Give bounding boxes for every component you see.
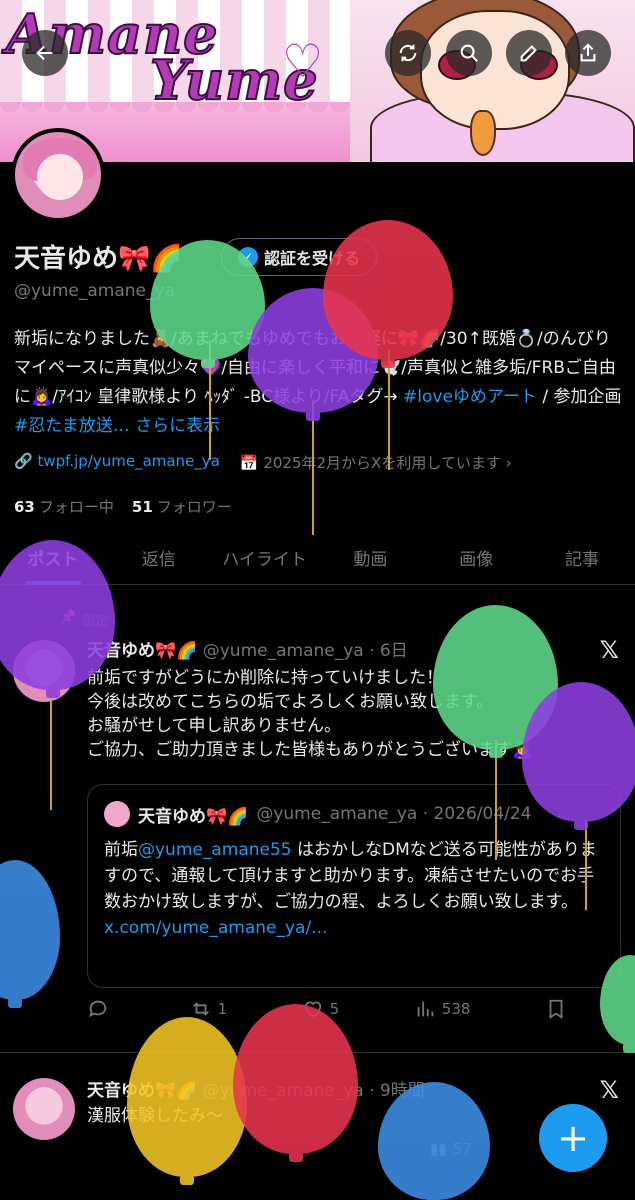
- balloon-string: [585, 820, 587, 910]
- pencil-icon: [520, 45, 537, 62]
- link-icon: 🔗: [14, 452, 33, 470]
- quoted-post-text: 前垢@yume_amane55 はおかしなDMなど送る可能性がありますので、通報…: [104, 837, 609, 941]
- repost-button[interactable]: 1: [190, 998, 228, 1020]
- post-handle-time: @yume_amane_ya · 6日: [202, 641, 408, 661]
- post-avatar[interactable]: [13, 1078, 75, 1140]
- quoted-handle-time: @yume_amane_ya · 2026/04/24: [256, 804, 532, 824]
- quoted-post[interactable]: 天音ゆめ🎀🌈 @yume_amane_ya · 2026/04/24 前垢@yu…: [87, 784, 621, 988]
- like-count: 5: [329, 1000, 340, 1018]
- quoted-url-link[interactable]: x.com/yume_amane_ya/...: [104, 918, 327, 938]
- search-button[interactable]: [446, 30, 492, 76]
- followers-stat[interactable]: 51 フォロワー: [132, 496, 232, 517]
- tab-videos[interactable]: 動画: [317, 537, 423, 584]
- tab-articles[interactable]: 記事: [529, 537, 635, 584]
- balloon-blue: [0, 860, 60, 1000]
- bio-text-mid: / 参加企画: [542, 387, 622, 407]
- followers-count: 51: [131, 498, 153, 516]
- chevron-right-icon: ›: [505, 454, 512, 472]
- balloon-blue: [378, 1082, 490, 1200]
- tab-media[interactable]: 画像: [423, 537, 529, 584]
- tab-highlights[interactable]: ハイライト: [212, 537, 318, 584]
- repost-count: 1: [217, 1000, 228, 1018]
- follow-stats: 63 フォロー中 51 フォロワー: [14, 496, 232, 517]
- refresh-icon: [399, 44, 417, 62]
- profile-name: 天音ゆめ🎀🌈: [14, 244, 183, 274]
- bookmark-button[interactable]: [545, 998, 567, 1020]
- mention-link[interactable]: @yume_amane55: [138, 840, 292, 860]
- arrow-left-icon: [36, 45, 53, 61]
- quoted-text-pre: 前垢: [104, 840, 138, 860]
- joined-date: 2025年2月からXを利用しています: [263, 454, 501, 472]
- following-count: 63: [14, 498, 35, 516]
- quoted-avatar: [104, 801, 130, 827]
- views-icon: [417, 1001, 434, 1017]
- quoted-author-name: 天音ゆめ🎀🌈: [138, 806, 249, 827]
- share-button[interactable]: [565, 30, 611, 76]
- banner-character-art: [350, 0, 635, 162]
- balloon-purple: [522, 682, 635, 822]
- balloon-green: [150, 240, 265, 360]
- balloon-string: [50, 690, 52, 810]
- profile-link[interactable]: twpf.jp/yume_amane_ya: [37, 452, 219, 470]
- bio-hashtag-loveyume[interactable]: #loveゆめアート: [403, 387, 537, 407]
- post-header: 天音ゆめ🎀🌈 @yume_amane_ya · 6日: [87, 636, 408, 661]
- show-more-link[interactable]: さらに表示: [135, 416, 220, 436]
- edit-button[interactable]: [506, 30, 552, 76]
- following-stat[interactable]: 63 フォロー中: [14, 496, 114, 517]
- bio-hashtag-nintama[interactable]: #忍たま放送…: [14, 416, 130, 436]
- profile-link-group[interactable]: 🔗 twpf.jp/yume_amane_ya: [14, 452, 220, 473]
- x-logo-icon: 𝕏: [599, 636, 619, 664]
- views-count: 538: [441, 1000, 471, 1018]
- search-icon: [460, 44, 478, 62]
- share-icon: [580, 43, 596, 62]
- compose-post-button[interactable]: +: [539, 1104, 607, 1172]
- banner-heart-icon: ♡: [282, 34, 324, 88]
- following-label: フォロー中: [38, 498, 114, 516]
- back-button[interactable]: [22, 30, 68, 76]
- x-logo-icon: 𝕏: [599, 1076, 619, 1104]
- bookmark-icon: [549, 999, 563, 1019]
- balloon-string: [495, 740, 497, 860]
- balloon-yellow: [127, 1017, 247, 1177]
- followers-label: フォロワー: [156, 498, 232, 516]
- plus-icon: +: [557, 1116, 589, 1160]
- joined-date-group[interactable]: 📅 2025年2月からXを利用しています ›: [240, 452, 512, 473]
- tab-replies[interactable]: 返信: [106, 537, 212, 584]
- profile-avatar[interactable]: [11, 128, 105, 222]
- views-button[interactable]: 538: [414, 998, 471, 1020]
- reply-icon: [89, 1000, 107, 1018]
- reply-button[interactable]: [87, 998, 115, 1020]
- refresh-button[interactable]: [385, 30, 431, 76]
- profile-meta: 🔗 twpf.jp/yume_amane_ya 📅 2025年2月からXを利用し…: [14, 452, 512, 473]
- balloon-red: [233, 1004, 358, 1154]
- profile-banner[interactable]: Amane Yume ♡: [0, 0, 635, 162]
- balloon-string: [388, 350, 390, 470]
- calendar-icon: 📅: [239, 454, 259, 472]
- balloon-red: [323, 220, 453, 360]
- quoted-post-header: 天音ゆめ🎀🌈 @yume_amane_ya · 2026/04/24: [104, 801, 532, 827]
